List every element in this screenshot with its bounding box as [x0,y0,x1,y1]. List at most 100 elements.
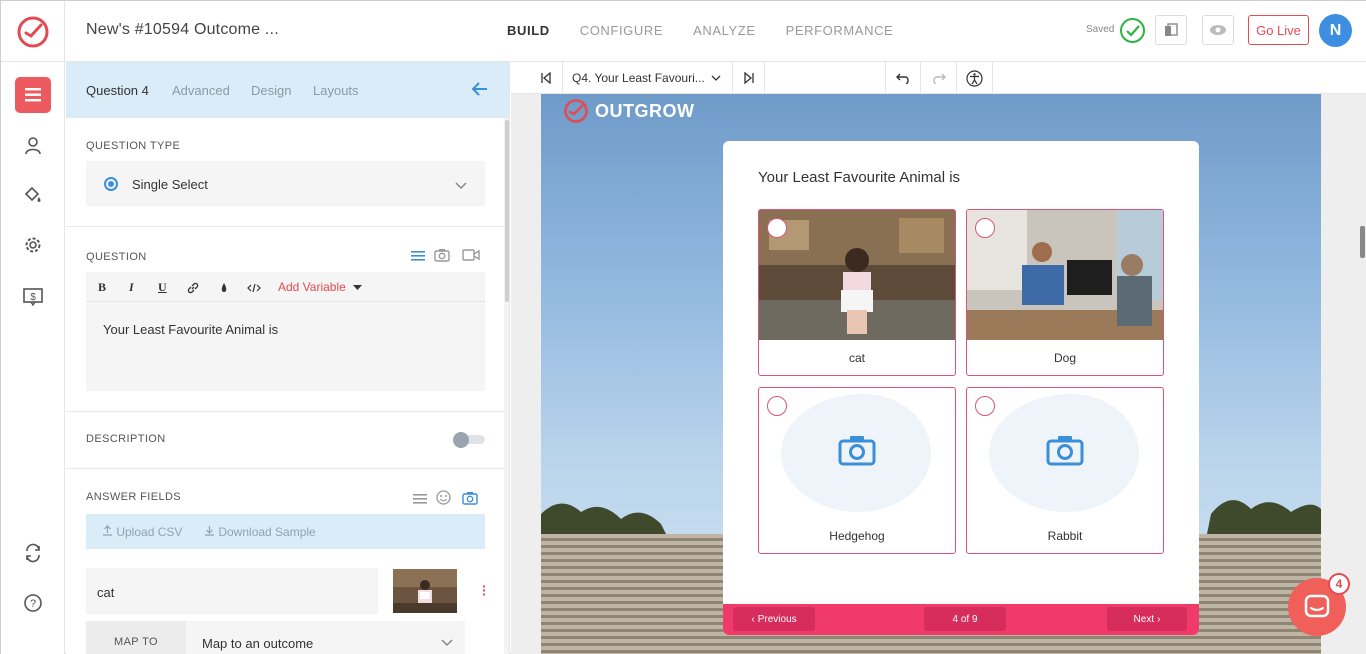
tab-build[interactable]: BUILD [507,23,550,38]
tab-design[interactable]: Design [251,83,291,98]
rail-design[interactable] [15,177,51,213]
svg-text:?: ? [30,598,36,610]
tab-advanced[interactable]: Advanced [172,83,230,98]
svg-text:$: $ [30,292,36,303]
radio-selected-icon [104,177,118,191]
accessibility-icon [966,69,983,87]
redo-button[interactable] [921,62,957,94]
outgrow-logo-icon [17,16,48,47]
preview-question-title: Your Least Favourite Animal is [758,169,961,186]
duplicate-button[interactable] [1155,15,1187,45]
preview-button[interactable] [1202,15,1234,45]
option-radio[interactable] [975,396,995,416]
tab-analyze[interactable]: ANALYZE [693,23,755,38]
camera-icon [838,434,876,471]
preview-scrollbar[interactable] [1360,226,1365,258]
brand-name: OUTGROW [595,100,695,121]
option-card[interactable]: Hedgehog [758,387,956,554]
option-radio[interactable] [975,218,995,238]
bold-button[interactable]: B [98,280,106,295]
map-to-select[interactable]: Map to an outcome [186,621,465,654]
tab-question[interactable]: Question 4 [86,83,149,98]
option-image-cat [759,210,955,340]
previous-button[interactable]: ‹ Previous [733,607,815,631]
question-type-select[interactable]: Single Select [86,161,485,206]
undo-button[interactable] [885,62,921,94]
tab-performance[interactable]: PERFORMANCE [786,23,894,38]
code-icon[interactable] [247,281,261,299]
navigation-footer: ‹ Previous 4 of 9 Next › [723,604,1199,635]
download-icon [205,526,214,536]
question-text-editor[interactable]: Your Least Favourite Animal is [86,302,485,391]
check-icon [1120,18,1145,43]
next-button[interactable]: Next › [1107,607,1187,631]
option-card[interactable]: Dog [966,209,1164,376]
rail-settings[interactable] [15,227,51,263]
outgrow-logo-icon [564,99,588,123]
saved-status: Saved [1086,24,1115,35]
eye-icon [1210,25,1226,35]
question-selector[interactable]: Q4. Your Least Favouri... [563,62,733,94]
back-arrow-icon[interactable] [471,81,489,102]
emoji-icon[interactable] [436,490,451,510]
left-rail: $ ? [1,62,65,654]
upload-csv-button[interactable]: Upload CSV [102,525,182,539]
option-card[interactable]: Rabbit [966,387,1164,554]
dollar-screen-icon: $ [23,288,43,307]
last-question-button[interactable] [733,62,765,94]
tab-layouts[interactable]: Layouts [313,83,359,98]
answer-field-input[interactable]: cat [86,568,378,614]
redo-icon [933,73,946,84]
description-toggle[interactable] [453,432,485,448]
builder-icon [25,88,41,102]
camera-icon[interactable] [462,491,478,510]
more-options-icon[interactable]: · · · [482,579,487,601]
panel-scrollbar-thumb[interactable] [505,120,509,302]
option-radio[interactable] [767,396,787,416]
option-card[interactable]: cat [758,209,956,376]
answer-fields-label: ANSWER FIELDS [86,491,182,503]
question-type-value: Single Select [132,177,208,192]
text-lines-icon[interactable] [411,249,425,267]
rail-pricing[interactable]: $ [15,279,51,315]
avatar[interactable]: N [1319,14,1352,47]
gear-icon [25,237,41,253]
chat-icon [1304,594,1330,618]
answer-image-thumbnail[interactable] [393,569,457,613]
text-lines-icon[interactable] [413,492,427,510]
previous-label: Previous [757,613,797,625]
preview-canvas: OUTGROW Your Least Favourite Animal is c… [541,94,1321,654]
document-title[interactable]: New's #10594 Outcome ... [86,21,279,39]
underline-button[interactable]: U [158,280,167,295]
tab-configure[interactable]: CONFIGURE [580,23,663,38]
camera-icon[interactable] [434,248,450,267]
option-label: cat [848,351,865,365]
italic-button[interactable]: I [129,280,134,295]
rail-build[interactable] [15,77,51,113]
link-icon[interactable] [187,281,199,299]
add-variable-button[interactable]: Add Variable [278,280,363,294]
copy-icon [1165,23,1178,36]
question-text: Your Least Favourite Animal is [103,322,279,337]
go-live-button[interactable]: Go Live [1248,15,1309,45]
rail-sync[interactable] [15,535,51,571]
rail-leads[interactable] [15,128,51,164]
help-icon: ? [24,594,42,612]
description-label: DESCRIPTION [86,433,166,445]
question-label: QUESTION [86,251,147,263]
download-sample-button[interactable]: Download Sample [204,525,316,539]
first-question-button[interactable] [529,62,563,94]
color-drop-icon[interactable] [219,281,229,299]
option-label: Hedgehog [829,529,885,543]
option-radio[interactable] [767,218,787,238]
download-sample-label: Download Sample [218,525,316,539]
accessibility-button[interactable] [957,62,993,94]
chevron-down-icon [441,639,453,647]
chevron-down-icon [711,75,721,81]
brand-logo: OUTGROW [563,98,695,124]
page-indicator: 4 of 9 [924,607,1006,631]
outgrow-logo[interactable] [1,1,65,62]
video-icon[interactable] [462,248,480,267]
rail-help[interactable]: ? [15,585,51,621]
next-label: Next [1133,613,1155,625]
